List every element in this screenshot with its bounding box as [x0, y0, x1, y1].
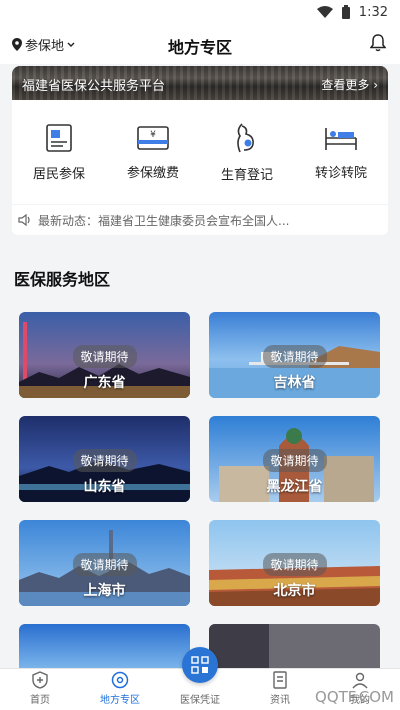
sea-image	[19, 624, 190, 668]
compass-icon	[111, 671, 129, 689]
region-name: 吉林省	[273, 375, 316, 391]
region-name: 上海市	[83, 583, 126, 599]
region-name: 山东省	[83, 479, 126, 495]
view-more-label: 查看更多	[321, 78, 370, 92]
banner-title: 福建省医保公共服务平台	[22, 79, 166, 94]
resident-insurance-icon	[46, 123, 72, 152]
coming-soon-badge: 敬请期待	[72, 345, 137, 368]
service-label: 参保缴费	[126, 165, 179, 181]
region-card-beijing[interactable]: 敬请期待 北京市	[209, 520, 380, 606]
region-card-partial-right[interactable]	[209, 624, 380, 668]
region-name: 北京市	[273, 583, 316, 599]
news-icon	[273, 671, 287, 689]
service-grid: 居民参保 ¥ 参保缴费 生育登记 转诊转院	[12, 100, 388, 204]
coming-soon-badge: 敬请期待	[262, 553, 327, 576]
watermark: QQTF.COM	[315, 688, 394, 706]
battery-icon	[341, 5, 350, 19]
service-resident-insurance[interactable]: 居民参保	[19, 123, 99, 182]
location-selector[interactable]: 参保地	[12, 35, 75, 54]
service-payment[interactable]: ¥ 参保缴费	[113, 124, 193, 181]
wifi-icon	[316, 6, 333, 18]
service-label: 居民参保	[32, 166, 85, 182]
news-text: 最新动态：福建省卫生健康委员会宣布全国人...	[38, 213, 290, 228]
service-referral[interactable]: 转诊转院	[301, 124, 381, 181]
svg-text:¥: ¥	[150, 130, 156, 140]
tab-label: 首页	[30, 695, 50, 706]
payment-icon: ¥	[137, 125, 169, 150]
coming-soon-badge: 敬请期待	[72, 553, 137, 576]
region-name: 广东省	[83, 375, 126, 391]
section-title: 医保服务地区	[14, 270, 111, 289]
tab-label: 资讯	[270, 695, 290, 706]
shield-home-icon	[32, 671, 48, 689]
region-card-guangdong[interactable]: 敬请期待 广东省	[19, 312, 190, 398]
region-card-jilin[interactable]: 敬请期待 吉林省	[209, 312, 380, 398]
bell-icon[interactable]	[370, 34, 386, 52]
tab-insurance-voucher[interactable]: 医保凭证	[160, 647, 240, 710]
chevron-down-icon	[67, 42, 75, 47]
qr-code-icon	[191, 656, 209, 674]
view-more-link[interactable]: 查看更多 ›	[321, 76, 378, 93]
coming-soon-badge: 敬请期待	[262, 345, 327, 368]
region-card-heilongjiang[interactable]: 敬请期待 黑龙江省	[209, 416, 380, 502]
tab-label: 地方专区	[100, 695, 140, 706]
service-label: 转诊转院	[314, 165, 367, 181]
speaker-icon	[18, 214, 30, 226]
region-card-shandong[interactable]: 敬请期待 山东省	[19, 416, 190, 502]
qr-code-button[interactable]	[182, 647, 218, 683]
service-maternity[interactable]: 生育登记	[207, 122, 287, 183]
platform-banner[interactable]: 福建省医保公共服务平台 查看更多 ›	[12, 66, 388, 100]
tab-home[interactable]: 首页	[0, 669, 80, 710]
hospital-bed-icon	[325, 127, 357, 150]
city-image	[209, 624, 380, 668]
status-time: 1:32	[358, 4, 388, 20]
coming-soon-badge: 敬请期待	[72, 449, 137, 472]
news-ticker[interactable]: 最新动态：福建省卫生健康委员会宣布全国人...	[12, 205, 388, 235]
status-bar: 1:32	[0, 0, 400, 24]
tab-local-zone[interactable]: 地方专区	[80, 669, 160, 710]
profile-icon	[352, 672, 368, 689]
location-label: 参保地	[25, 39, 65, 54]
location-pin-icon	[12, 38, 22, 51]
app-header: 参保地 地方专区	[0, 24, 400, 64]
tab-news[interactable]: 资讯	[240, 669, 320, 710]
region-card-partial-left[interactable]	[19, 624, 190, 668]
service-label: 生育登记	[220, 167, 273, 183]
maternity-icon	[237, 122, 254, 152]
region-name: 黑龙江省	[266, 479, 323, 495]
region-card-shanghai[interactable]: 敬请期待 上海市	[19, 520, 190, 606]
tab-label: 医保凭证	[180, 695, 220, 706]
coming-soon-badge: 敬请期待	[262, 449, 327, 472]
